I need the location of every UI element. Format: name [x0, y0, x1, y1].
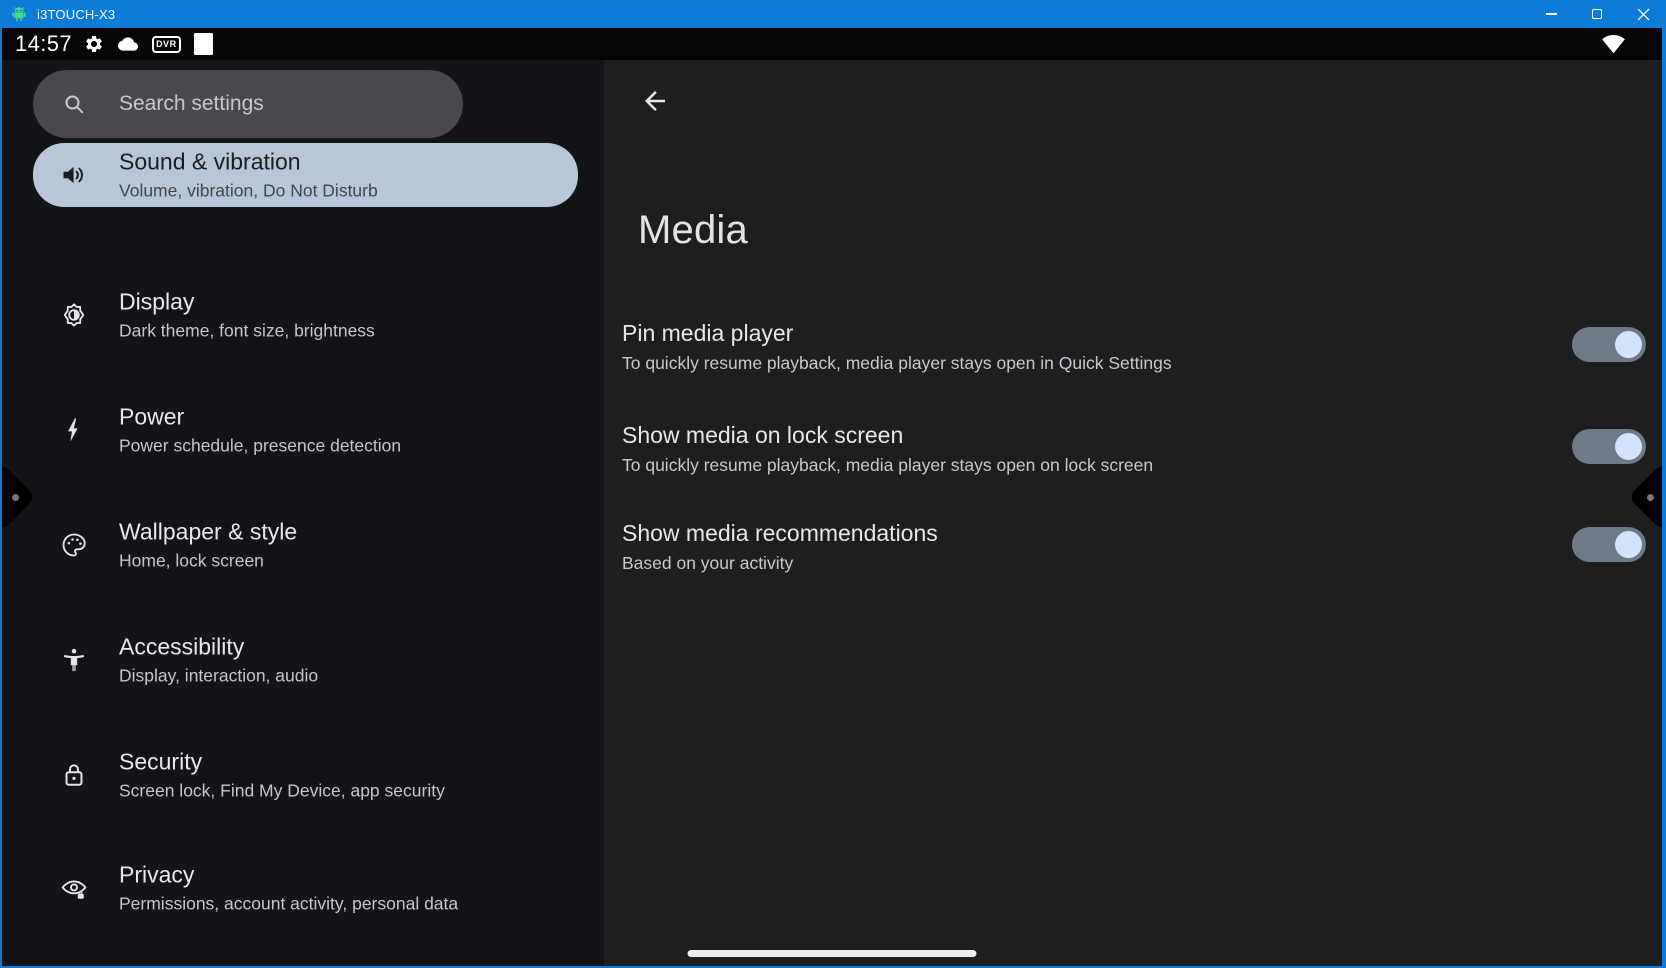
status-notification-icons: DVR [84, 33, 213, 55]
minimize-button[interactable] [1528, 0, 1574, 28]
lightning-bolt-icon [60, 416, 88, 444]
setting-row-pin-media-player[interactable]: Pin media player To quickly resume playb… [622, 318, 1648, 388]
sidebar-item-sound-vibration[interactable]: Sound & vibration Volume, vibration, Do … [33, 143, 578, 207]
sidebar-item-label: Sound & vibration [119, 148, 378, 177]
sidebar-item-security[interactable]: Security Screen lock, Find My Device, ap… [33, 743, 578, 807]
setting-label: Show media recommendations [622, 518, 1648, 548]
setting-description: Based on your activity [622, 551, 1648, 575]
right-edge-handle-dot [1647, 494, 1654, 501]
left-edge-handle-dot [12, 494, 19, 501]
sidebar-item-description: Volume, vibration, Do Not Disturb [119, 180, 378, 203]
maximize-icon [1592, 9, 1602, 19]
sidebar-item-label: Wallpaper & style [119, 518, 297, 547]
status-clock: 14:57 [15, 31, 72, 57]
sidebar-item-description: Power schedule, presence detection [119, 435, 401, 458]
toggle-knob [1615, 531, 1642, 558]
padlock-icon [60, 761, 88, 789]
brightness-icon [60, 301, 88, 329]
setting-label: Show media on lock screen [622, 420, 1648, 450]
settings-sidebar: Sound & vibration Volume, vibration, Do … [2, 60, 604, 966]
sidebar-item-description: Display, interaction, audio [119, 665, 318, 688]
sidebar-item-power[interactable]: Power Power schedule, presence detection [33, 398, 578, 462]
window-title: i3TOUCH-X3 [37, 7, 115, 22]
sidebar-item-accessibility[interactable]: Accessibility Display, interaction, audi… [33, 628, 578, 692]
close-icon [1637, 8, 1650, 21]
dvr-badge: DVR [152, 36, 181, 53]
sidebar-item-privacy[interactable]: Privacy Permissions, account activity, p… [33, 856, 578, 920]
accessibility-person-icon [60, 646, 88, 674]
wifi-icon [1601, 32, 1626, 56]
sidebar-item-label: Accessibility [119, 633, 318, 662]
wifi-status [1601, 32, 1626, 56]
sidebar-item-description: Permissions, account activity, personal … [119, 893, 458, 916]
sidebar-item-label: Privacy [119, 861, 458, 890]
window-titlebar: i3TOUCH-X3 [0, 0, 1666, 28]
page-title: Media [638, 208, 748, 253]
pin-media-player-toggle[interactable] [1572, 327, 1646, 362]
close-button[interactable] [1620, 0, 1666, 28]
setting-row-show-media-recommendations[interactable]: Show media recommendations Based on your… [622, 518, 1648, 588]
sidebar-item-description: Screen lock, Find My Device, app securit… [119, 780, 445, 803]
sidebar-item-wallpaper-style[interactable]: Wallpaper & style Home, lock screen [33, 513, 578, 577]
toggle-knob [1615, 331, 1642, 358]
volume-up-icon [60, 161, 88, 189]
show-media-recommendations-toggle[interactable] [1572, 527, 1646, 562]
sidebar-item-description: Home, lock screen [119, 550, 297, 573]
setting-description: To quickly resume playback, media player… [622, 453, 1648, 477]
back-arrow-icon [640, 86, 670, 116]
settings-gear-icon [84, 34, 104, 54]
setting-row-show-media-lock-screen[interactable]: Show media on lock screen To quickly res… [622, 420, 1648, 490]
window-controls [1528, 0, 1666, 28]
status-bar: 14:57 DVR [2, 28, 1662, 60]
eye-lock-icon [60, 874, 88, 902]
screen-record-square-icon [194, 33, 213, 55]
search-icon [62, 92, 86, 116]
show-media-lock-screen-toggle[interactable] [1572, 429, 1646, 464]
gesture-navigation-bar[interactable] [688, 950, 977, 957]
setting-label: Pin media player [622, 318, 1648, 348]
search-input[interactable] [119, 70, 443, 138]
minimize-icon [1546, 13, 1557, 15]
media-settings-pane: Media Pin media player To quickly resume… [604, 60, 1662, 966]
search-settings-bar[interactable] [33, 70, 463, 138]
palette-icon [60, 531, 88, 559]
sidebar-item-display[interactable]: Display Dark theme, font size, brightnes… [33, 283, 578, 347]
app-window: { "window": { "title": "i3TOUCH-X3", "co… [0, 0, 1666, 968]
android-robot-icon [10, 5, 28, 23]
maximize-button[interactable] [1574, 0, 1620, 28]
cloud-icon [117, 34, 139, 54]
sidebar-item-label: Power [119, 403, 401, 432]
android-screen: 14:57 DVR [2, 28, 1662, 966]
back-button[interactable] [640, 86, 670, 116]
setting-description: To quickly resume playback, media player… [622, 351, 1648, 375]
sidebar-item-label: Security [119, 748, 445, 777]
sidebar-item-description: Dark theme, font size, brightness [119, 320, 375, 343]
toggle-knob [1615, 433, 1642, 460]
sidebar-item-label: Display [119, 288, 375, 317]
